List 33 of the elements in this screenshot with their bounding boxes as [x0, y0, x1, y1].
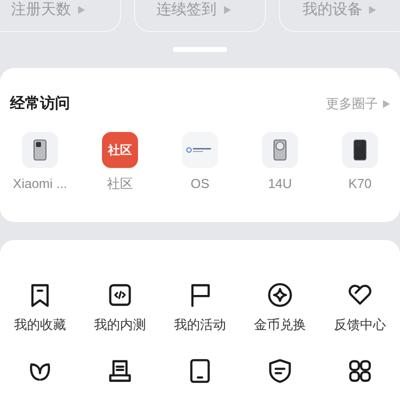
triangle-icon	[369, 6, 376, 14]
tool-label[interactable]: 反馈中心	[334, 318, 386, 331]
triangle-icon	[78, 6, 85, 14]
tool-label[interactable]: 我的收藏	[14, 318, 66, 331]
community-badge[interactable]: 社区	[102, 132, 138, 168]
stat-label: 注册天数	[11, 2, 71, 17]
document-icon	[107, 358, 133, 384]
section-title: 经常访问	[10, 96, 70, 111]
app-label[interactable]: 14U	[268, 177, 292, 190]
stat-label: 我的设备	[302, 2, 362, 17]
tool-label[interactable]: 金币兑换	[254, 318, 306, 331]
phone-icon	[353, 139, 367, 161]
app-label[interactable]: Xiaomi ...	[12, 177, 68, 190]
stat-card[interactable]: 我的设备	[279, 0, 400, 32]
stat-card[interactable]: 连续签到	[134, 0, 266, 32]
phone-icon	[273, 139, 287, 161]
app-label[interactable]: OS	[190, 177, 210, 190]
app-label[interactable]: 社区	[107, 177, 133, 190]
app-label[interactable]: K70	[348, 177, 372, 190]
triangle-icon	[383, 100, 390, 108]
code-icon	[107, 282, 133, 308]
stat-label: 连续签到	[156, 2, 217, 17]
logo-icon	[186, 146, 214, 154]
grid-icon	[347, 358, 373, 384]
stat-card[interactable]: 注册天数	[0, 0, 121, 32]
triangle-icon	[224, 6, 231, 14]
shield-icon	[267, 358, 293, 384]
phone-icon	[33, 139, 47, 161]
more-link[interactable]: 更多圈子	[326, 97, 378, 110]
tool-label[interactable]: 我的内测	[94, 318, 146, 331]
coin-icon	[267, 282, 293, 308]
tool-label[interactable]: 我的活动	[174, 318, 226, 331]
drag-handle[interactable]	[173, 47, 227, 52]
